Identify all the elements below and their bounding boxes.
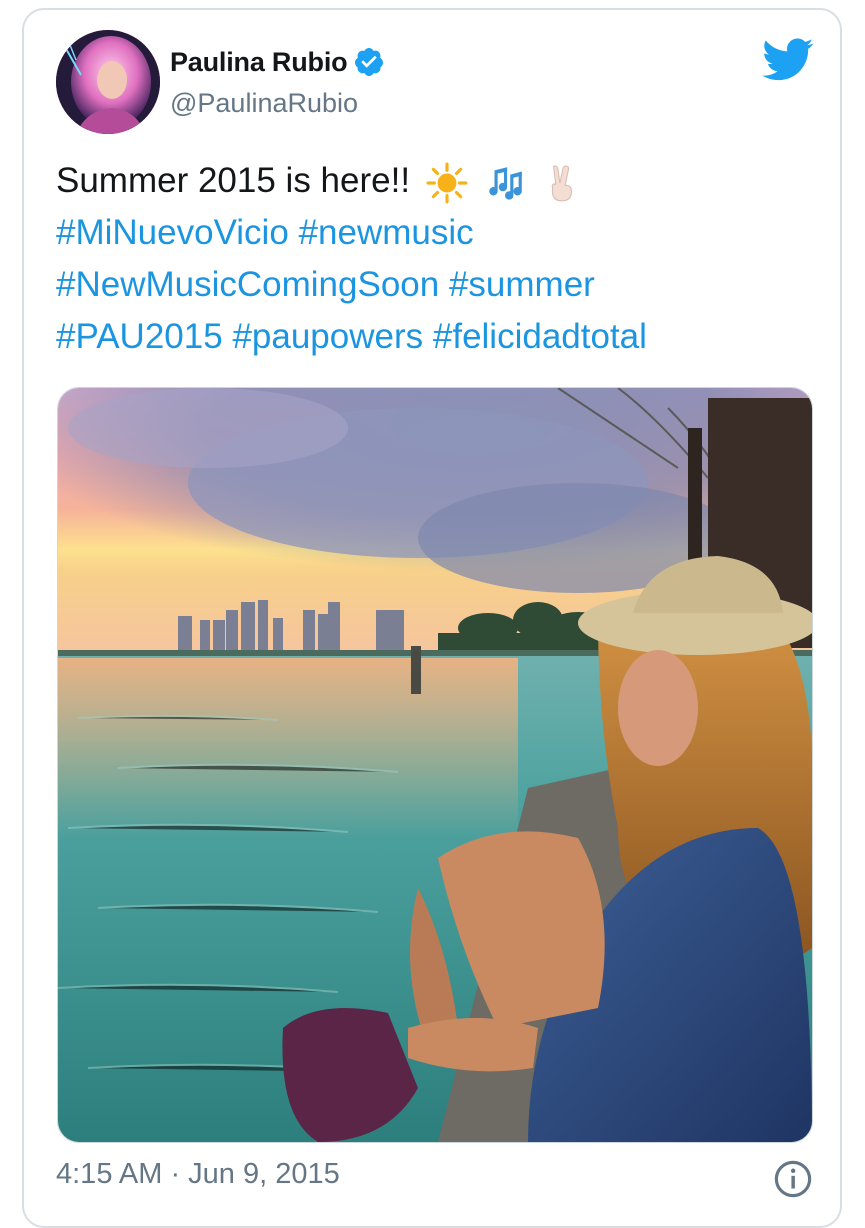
avatar[interactable] xyxy=(56,30,160,134)
victory-hand-emoji xyxy=(551,165,573,202)
avatar-image xyxy=(56,30,160,134)
hashtag-link[interactable]: #NewMusicComingSoon xyxy=(56,265,439,304)
info-icon[interactable] xyxy=(774,1160,812,1198)
tweet-card: Paulina Rubio @PaulinaRubio Summer 2015 … xyxy=(22,8,842,1228)
hashtag-link[interactable]: #felicidadtotal xyxy=(433,317,647,356)
tweet-timestamp[interactable]: 4:15 AM · Jun 9, 2015 xyxy=(56,1158,340,1191)
tweet-text-line-2: #MiNuevoVicio #newmusic xyxy=(56,207,816,259)
tweet-photo[interactable] xyxy=(57,387,813,1143)
hashtag-link[interactable]: #MiNuevoVicio xyxy=(56,213,289,252)
verified-badge-icon xyxy=(355,48,384,76)
hashtag-link[interactable]: #PAU2015 xyxy=(56,317,223,356)
hashtag-link[interactable]: #newmusic xyxy=(299,213,474,252)
twitter-bird-icon[interactable] xyxy=(762,38,814,82)
author-name-row[interactable]: Paulina Rubio xyxy=(170,46,385,78)
tweet-body-text: Summer 2015 is here!! xyxy=(56,161,411,200)
hashtag-link[interactable]: #paupowers xyxy=(232,317,423,356)
sun-emoji xyxy=(426,162,468,204)
music-notes-emoji xyxy=(488,167,522,200)
tweet-text: Summer 2015 is here!! #MiNuevoVicio #new… xyxy=(56,155,816,363)
tweet-text-line-4: #PAU2015 #paupowers #felicidadtotal xyxy=(56,311,816,363)
author-handle[interactable]: @PaulinaRubio xyxy=(170,88,358,119)
tweet-text-line-3: #NewMusicComingSoon #summer xyxy=(56,259,816,311)
tweet-text-line-1: Summer 2015 is here!! xyxy=(56,155,816,207)
hashtag-link[interactable]: #summer xyxy=(449,265,595,304)
sunset-photo-image xyxy=(58,388,812,1142)
author-display-name[interactable]: Paulina Rubio xyxy=(170,47,348,78)
